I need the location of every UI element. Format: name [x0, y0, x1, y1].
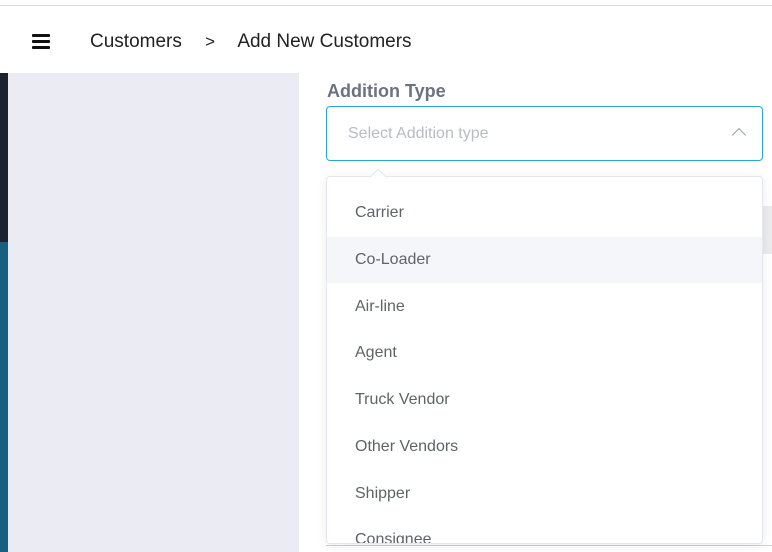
chevron-up-icon[interactable] [731, 127, 747, 143]
dropdown-option-carrier[interactable]: Carrier [327, 190, 762, 236]
dropdown-option-co-loader[interactable]: Co-Loader [327, 237, 762, 283]
hidden-field-edge [762, 206, 772, 254]
breadcrumb-item-current: Add New Customers [237, 31, 412, 52]
sidebar-active-edge [0, 242, 8, 552]
breadcrumb-separator: > [205, 32, 216, 51]
dropdown-option-other-vendors[interactable]: Other Vendors [327, 424, 762, 470]
breadcrumb-item-customers[interactable]: Customers [90, 31, 182, 52]
top-header: Customers > Add New Customers [0, 7, 772, 73]
content-side-panel [8, 73, 299, 552]
window-top-border [0, 0, 772, 6]
dropdown-option-shipper[interactable]: Shipper [327, 471, 762, 517]
breadcrumb: Customers > Add New Customers [90, 31, 412, 53]
dropdown-option-truck-vendor[interactable]: Truck Vendor [327, 377, 762, 423]
dropdown-option-air-line[interactable]: Air-line [327, 284, 762, 330]
addition-type-label: Addition Type [327, 81, 446, 101]
addition-type-dropdown: Carrier Co-Loader Air-line Agent Truck V… [326, 176, 763, 544]
addition-type-select[interactable]: Select Addition type [326, 106, 763, 161]
dropdown-option-agent[interactable]: Agent [327, 330, 762, 376]
hamburger-menu-icon[interactable] [32, 34, 50, 49]
dropdown-option-consignee[interactable]: Consignee [327, 517, 762, 543]
hidden-field-bottom [326, 545, 772, 552]
addition-type-placeholder: Select Addition type [348, 125, 489, 142]
